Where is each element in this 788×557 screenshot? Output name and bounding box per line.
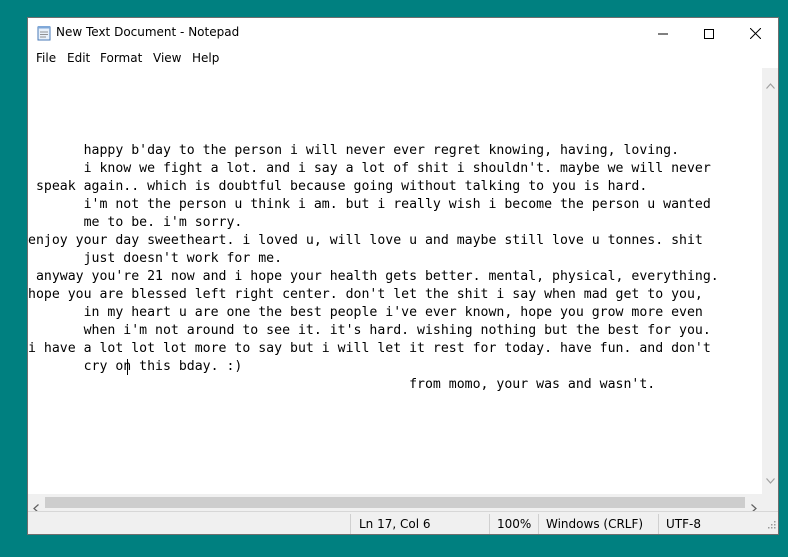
text-line: i'm not the person u think i am. but i r… [28, 197, 711, 212]
menu-file[interactable]: File [36, 51, 56, 65]
menu-view[interactable]: View [153, 51, 181, 65]
status-divider [489, 514, 490, 534]
status-zoom: 100% [497, 517, 532, 531]
status-divider [350, 514, 351, 534]
horizontal-scroll-thumb[interactable] [45, 497, 745, 508]
resize-grip-icon[interactable] [766, 518, 776, 532]
text-line: speak again.. which is doubtful because … [28, 179, 648, 194]
scroll-down-icon[interactable] [766, 469, 775, 488]
close-icon [749, 24, 761, 43]
text-line: anyway you're 21 now and i hope your hea… [28, 269, 719, 284]
text-line: enjoy your day sweetheart. i loved u, wi… [28, 233, 703, 248]
menu-help[interactable]: Help [192, 51, 219, 65]
status-line-ending: Windows (CRLF) [546, 517, 644, 531]
horizontal-scrollbar[interactable] [28, 494, 762, 513]
status-divider [658, 514, 659, 534]
menu-format[interactable]: Format [100, 51, 142, 65]
menu-edit[interactable]: Edit [67, 51, 90, 65]
title-bar[interactable]: New Text Document - Notepad [28, 18, 778, 48]
text-line: hope you are blessed left right center. … [28, 287, 703, 302]
status-divider [538, 514, 539, 534]
status-cursor-position: Ln 17, Col 6 [359, 517, 431, 531]
scroll-up-icon[interactable] [766, 74, 775, 93]
text-line: i know we fight a lot. and i say a lot o… [28, 161, 711, 176]
minimize-button[interactable] [640, 18, 686, 48]
menu-bar: File Edit Format View Help [28, 48, 778, 68]
text-line: happy b'day to the person i will never e… [28, 143, 680, 158]
window-title: New Text Document - Notepad [56, 25, 240, 39]
text-line: when i'm not around to see it. it's hard… [28, 323, 711, 338]
scrollbar-corner [762, 494, 778, 511]
status-encoding: UTF-8 [666, 517, 701, 531]
text-line: from momo, your was and wasn't. [28, 377, 656, 392]
text-line: in my heart u are one the best people i'… [28, 305, 703, 320]
notepad-window: New Text Document - Notepad File Edit Fo… [27, 17, 779, 535]
text-line: just doesn't work for me. [28, 251, 283, 266]
text-editor-area[interactable]: happy b'day to the person i will never e… [28, 68, 762, 494]
minimize-icon [658, 24, 668, 43]
close-button[interactable] [732, 18, 778, 48]
status-bar: Ln 17, Col 6 100% Windows (CRLF) UTF-8 [28, 511, 778, 534]
text-line: cry on this bday. :) [28, 359, 243, 374]
notepad-app-icon [37, 25, 51, 41]
vertical-scrollbar[interactable] [762, 68, 778, 494]
maximize-button[interactable] [686, 18, 732, 48]
text-line: me to be. i'm sorry. [28, 215, 243, 230]
maximize-icon [704, 24, 714, 43]
text-line: i have a lot lot lot more to say but i w… [28, 341, 711, 356]
text-caret [127, 359, 128, 375]
